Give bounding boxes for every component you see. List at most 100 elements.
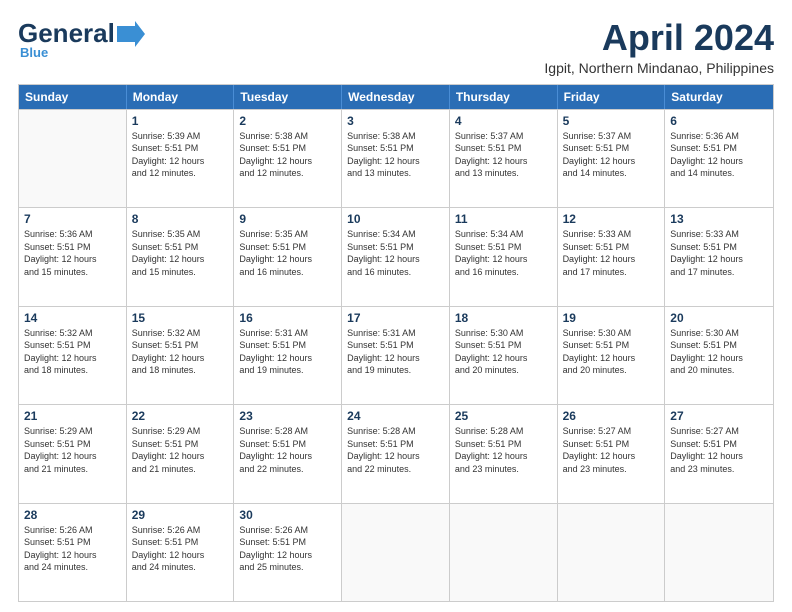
calendar-cell: 3 Sunrise: 5:38 AM Sunset: 5:51 PM Daylig… bbox=[342, 110, 450, 207]
day-number: 10 bbox=[347, 212, 444, 226]
cell-info: Sunrise: 5:26 AM Sunset: 5:51 PM Dayligh… bbox=[239, 524, 336, 574]
logo-blue-text: Blue bbox=[20, 45, 48, 60]
cell-info: Sunrise: 5:29 AM Sunset: 5:51 PM Dayligh… bbox=[24, 425, 121, 475]
cell-info: Sunrise: 5:34 AM Sunset: 5:51 PM Dayligh… bbox=[347, 228, 444, 278]
header-thursday: Thursday bbox=[450, 85, 558, 109]
cell-info: Sunrise: 5:38 AM Sunset: 5:51 PM Dayligh… bbox=[239, 130, 336, 180]
cell-info: Sunrise: 5:37 AM Sunset: 5:51 PM Dayligh… bbox=[455, 130, 552, 180]
calendar-cell: 15 Sunrise: 5:32 AM Sunset: 5:51 PM Dayli… bbox=[127, 307, 235, 404]
day-number: 2 bbox=[239, 114, 336, 128]
header-tuesday: Tuesday bbox=[234, 85, 342, 109]
header-friday: Friday bbox=[558, 85, 666, 109]
subtitle: Igpit, Northern Mindanao, Philippines bbox=[544, 60, 774, 76]
cell-info: Sunrise: 5:37 AM Sunset: 5:51 PM Dayligh… bbox=[563, 130, 660, 180]
day-number: 15 bbox=[132, 311, 229, 325]
calendar-cell: 1 Sunrise: 5:39 AM Sunset: 5:51 PM Daylig… bbox=[127, 110, 235, 207]
calendar-cell: 22 Sunrise: 5:29 AM Sunset: 5:51 PM Dayli… bbox=[127, 405, 235, 502]
day-number: 1 bbox=[132, 114, 229, 128]
page: General Blue April 2024 Igpit, Northern … bbox=[0, 0, 792, 612]
day-number: 5 bbox=[563, 114, 660, 128]
calendar-cell: 20Sunrise: 5:30 AM Sunset: 5:51 PM Dayli… bbox=[665, 307, 773, 404]
cell-info: Sunrise: 5:31 AM Sunset: 5:51 PM Dayligh… bbox=[239, 327, 336, 377]
calendar-cell: 23Sunrise: 5:28 AM Sunset: 5:51 PM Dayli… bbox=[234, 405, 342, 502]
day-number: 22 bbox=[132, 409, 229, 423]
calendar-cell: 8 Sunrise: 5:35 AM Sunset: 5:51 PM Daylig… bbox=[127, 208, 235, 305]
cell-info: Sunrise: 5:35 AM Sunset: 5:51 PM Dayligh… bbox=[132, 228, 229, 278]
day-number: 29 bbox=[132, 508, 229, 522]
calendar-cell: 25 Sunrise: 5:28 AM Sunset: 5:51 PM Dayli… bbox=[450, 405, 558, 502]
day-number: 18 bbox=[455, 311, 552, 325]
main-title: April 2024 bbox=[544, 18, 774, 58]
day-number: 23 bbox=[239, 409, 336, 423]
calendar-cell: 18 Sunrise: 5:30 AM Sunset: 5:51 PM Dayli… bbox=[450, 307, 558, 404]
calendar-cell: 9 Sunrise: 5:35 AM Sunset: 5:51 PM Daylig… bbox=[234, 208, 342, 305]
calendar-cell: 6 Sunrise: 5:36 AM Sunset: 5:51 PM Daylig… bbox=[665, 110, 773, 207]
calendar-cell: 13Sunrise: 5:33 AM Sunset: 5:51 PM Dayli… bbox=[665, 208, 773, 305]
calendar: Sunday Monday Tuesday Wednesday Thursday… bbox=[18, 84, 774, 602]
calendar-cell: 16 Sunrise: 5:31 AM Sunset: 5:51 PM Dayli… bbox=[234, 307, 342, 404]
cell-info: Sunrise: 5:29 AM Sunset: 5:51 PM Dayligh… bbox=[132, 425, 229, 475]
cell-info: Sunrise: 5:27 AM Sunset: 5:51 PM Dayligh… bbox=[670, 425, 768, 475]
day-number: 13 bbox=[670, 212, 768, 226]
cell-info: Sunrise: 5:38 AM Sunset: 5:51 PM Dayligh… bbox=[347, 130, 444, 180]
calendar-cell: 4Sunrise: 5:37 AM Sunset: 5:51 PM Daylig… bbox=[450, 110, 558, 207]
calendar-header: Sunday Monday Tuesday Wednesday Thursday… bbox=[19, 85, 773, 109]
day-number: 14 bbox=[24, 311, 121, 325]
cell-info: Sunrise: 5:36 AM Sunset: 5:51 PM Dayligh… bbox=[670, 130, 768, 180]
calendar-cell bbox=[558, 504, 666, 601]
calendar-cell: 17 Sunrise: 5:31 AM Sunset: 5:51 PM Dayli… bbox=[342, 307, 450, 404]
cell-info: Sunrise: 5:33 AM Sunset: 5:51 PM Dayligh… bbox=[563, 228, 660, 278]
calendar-cell: 30 Sunrise: 5:26 AM Sunset: 5:51 PM Dayli… bbox=[234, 504, 342, 601]
day-number: 24 bbox=[347, 409, 444, 423]
logo: General Blue bbox=[18, 18, 145, 60]
day-number: 8 bbox=[132, 212, 229, 226]
day-number: 17 bbox=[347, 311, 444, 325]
day-number: 27 bbox=[670, 409, 768, 423]
header-sunday: Sunday bbox=[19, 85, 127, 109]
calendar-cell: 19 Sunrise: 5:30 AM Sunset: 5:51 PM Dayli… bbox=[558, 307, 666, 404]
cell-info: Sunrise: 5:28 AM Sunset: 5:51 PM Dayligh… bbox=[455, 425, 552, 475]
day-number: 19 bbox=[563, 311, 660, 325]
title-block: April 2024 Igpit, Northern Mindanao, Phi… bbox=[544, 18, 774, 76]
calendar-cell: 12 Sunrise: 5:33 AM Sunset: 5:51 PM Dayli… bbox=[558, 208, 666, 305]
calendar-row-2: 7Sunrise: 5:36 AM Sunset: 5:51 PM Daylig… bbox=[19, 207, 773, 305]
calendar-row-1: 1 Sunrise: 5:39 AM Sunset: 5:51 PM Daylig… bbox=[19, 109, 773, 207]
calendar-row-3: 14 Sunrise: 5:32 AM Sunset: 5:51 PM Dayli… bbox=[19, 306, 773, 404]
cell-info: Sunrise: 5:30 AM Sunset: 5:51 PM Dayligh… bbox=[563, 327, 660, 377]
cell-info: Sunrise: 5:39 AM Sunset: 5:51 PM Dayligh… bbox=[132, 130, 229, 180]
day-number: 12 bbox=[563, 212, 660, 226]
day-number: 7 bbox=[24, 212, 121, 226]
calendar-cell bbox=[450, 504, 558, 601]
day-number: 21 bbox=[24, 409, 121, 423]
calendar-cell: 26 Sunrise: 5:27 AM Sunset: 5:51 PM Dayli… bbox=[558, 405, 666, 502]
day-number: 6 bbox=[670, 114, 768, 128]
cell-info: Sunrise: 5:26 AM Sunset: 5:51 PM Dayligh… bbox=[132, 524, 229, 574]
day-number: 3 bbox=[347, 114, 444, 128]
calendar-body: 1 Sunrise: 5:39 AM Sunset: 5:51 PM Daylig… bbox=[19, 109, 773, 601]
calendar-row-4: 21 Sunrise: 5:29 AM Sunset: 5:51 PM Dayli… bbox=[19, 404, 773, 502]
calendar-cell: 10 Sunrise: 5:34 AM Sunset: 5:51 PM Dayli… bbox=[342, 208, 450, 305]
calendar-cell: 29 Sunrise: 5:26 AM Sunset: 5:51 PM Dayli… bbox=[127, 504, 235, 601]
cell-info: Sunrise: 5:27 AM Sunset: 5:51 PM Dayligh… bbox=[563, 425, 660, 475]
cell-info: Sunrise: 5:32 AM Sunset: 5:51 PM Dayligh… bbox=[24, 327, 121, 377]
cell-info: Sunrise: 5:30 AM Sunset: 5:51 PM Dayligh… bbox=[455, 327, 552, 377]
calendar-cell bbox=[342, 504, 450, 601]
day-number: 16 bbox=[239, 311, 336, 325]
cell-info: Sunrise: 5:28 AM Sunset: 5:51 PM Dayligh… bbox=[347, 425, 444, 475]
cell-info: Sunrise: 5:31 AM Sunset: 5:51 PM Dayligh… bbox=[347, 327, 444, 377]
calendar-cell: 14 Sunrise: 5:32 AM Sunset: 5:51 PM Dayli… bbox=[19, 307, 127, 404]
cell-info: Sunrise: 5:35 AM Sunset: 5:51 PM Dayligh… bbox=[239, 228, 336, 278]
calendar-cell: 11Sunrise: 5:34 AM Sunset: 5:51 PM Dayli… bbox=[450, 208, 558, 305]
day-number: 30 bbox=[239, 508, 336, 522]
header-saturday: Saturday bbox=[665, 85, 773, 109]
cell-info: Sunrise: 5:30 AM Sunset: 5:51 PM Dayligh… bbox=[670, 327, 768, 377]
calendar-cell: 5 Sunrise: 5:37 AM Sunset: 5:51 PM Daylig… bbox=[558, 110, 666, 207]
day-number: 25 bbox=[455, 409, 552, 423]
day-number: 9 bbox=[239, 212, 336, 226]
logo-arrow-icon bbox=[117, 21, 145, 47]
calendar-cell: 27 Sunrise: 5:27 AM Sunset: 5:51 PM Dayli… bbox=[665, 405, 773, 502]
day-number: 26 bbox=[563, 409, 660, 423]
cell-info: Sunrise: 5:32 AM Sunset: 5:51 PM Dayligh… bbox=[132, 327, 229, 377]
cell-info: Sunrise: 5:26 AM Sunset: 5:51 PM Dayligh… bbox=[24, 524, 121, 574]
header-wednesday: Wednesday bbox=[342, 85, 450, 109]
